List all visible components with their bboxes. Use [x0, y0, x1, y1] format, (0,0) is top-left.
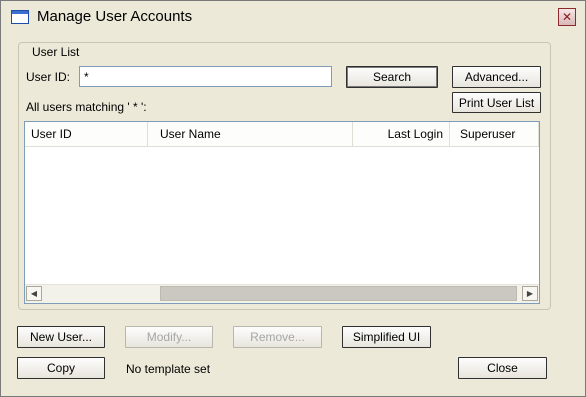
column-header-user-id[interactable]: User ID	[25, 122, 148, 146]
close-icon[interactable]: ✕	[558, 8, 576, 26]
scrollbar-thumb[interactable]	[160, 286, 517, 301]
arrow-left-icon[interactable]: ◀	[26, 286, 42, 301]
title-bar: Manage User Accounts ✕	[1, 1, 585, 33]
new-user-button[interactable]: New User...	[17, 326, 105, 348]
user-list-view[interactable]: User ID User Name Last Login Superuser ◀…	[24, 121, 540, 304]
remove-button-label: Remove...	[250, 330, 305, 344]
template-status: No template set	[126, 362, 211, 376]
print-user-list-button[interactable]: Print User List	[452, 92, 541, 113]
new-user-button-label: New User...	[29, 330, 92, 344]
window-title: Manage User Accounts	[37, 8, 193, 25]
advanced-button[interactable]: Advanced...	[452, 66, 541, 88]
column-header-last-login[interactable]: Last Login	[353, 122, 450, 146]
search-button-label: Search	[372, 70, 412, 84]
column-header-superuser[interactable]: Superuser	[450, 122, 539, 146]
search-button[interactable]: Search	[346, 66, 438, 88]
remove-button[interactable]: Remove...	[233, 326, 322, 348]
print-user-list-button-label: Print User List	[458, 95, 535, 110]
advanced-button-label: Advanced...	[464, 70, 529, 84]
user-id-input[interactable]	[79, 66, 332, 87]
simplified-ui-button-label: Simplified UI	[352, 330, 421, 344]
user-list-group-label: User List	[30, 45, 82, 59]
close-button[interactable]: Close	[458, 357, 547, 379]
window-icon	[11, 10, 29, 24]
user-id-label: User ID:	[26, 70, 71, 84]
list-header: User ID User Name Last Login Superuser	[25, 122, 539, 147]
copy-button[interactable]: Copy	[17, 357, 105, 379]
close-button-label: Close	[487, 361, 518, 375]
modify-button[interactable]: Modify...	[125, 326, 213, 348]
modify-button-label: Modify...	[146, 330, 192, 344]
horizontal-scrollbar[interactable]: ◀ ▶	[25, 284, 539, 303]
simplified-ui-button[interactable]: Simplified UI	[342, 326, 431, 348]
arrow-right-icon[interactable]: ▶	[522, 286, 538, 301]
column-header-user-name[interactable]: User Name	[148, 122, 353, 146]
copy-button-label: Copy	[46, 361, 75, 375]
matching-text: All users matching ' * ':	[26, 100, 147, 114]
